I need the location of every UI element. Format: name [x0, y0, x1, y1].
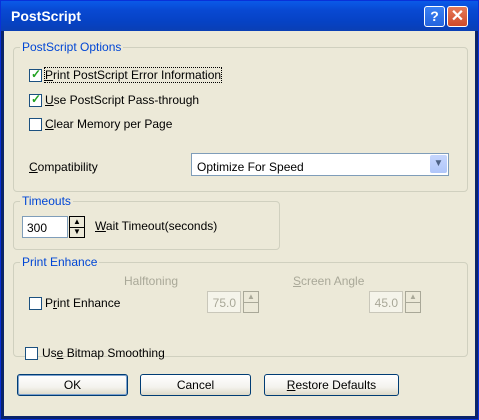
dialog-body: PostScript Options ✓ Print PostScript Er… [4, 31, 475, 416]
spin-down-icon[interactable]: ▼ [70, 227, 84, 237]
help-button[interactable]: ? [424, 6, 445, 27]
print-error-checkbox[interactable]: ✓ [29, 67, 42, 82]
print-enhance-checkbox[interactable] [29, 297, 42, 310]
timeouts-label: Timeouts [20, 194, 73, 208]
check-icon: ✓ [31, 67, 42, 81]
screen-angle-input[interactable]: 45.0 [369, 291, 403, 313]
close-button[interactable]: ✕ [447, 6, 468, 27]
clear-memory-label[interactable]: Clear Memory per Page [45, 117, 172, 131]
print-error-label[interactable]: Print PostScript Error Information [43, 67, 223, 83]
pass-through-checkbox[interactable]: ✓ [29, 92, 42, 107]
screen-angle-value: 45.0 [374, 296, 398, 310]
help-icon: ? [430, 8, 439, 24]
halftoning-label: Halftoning [124, 274, 179, 288]
postscript-options-label: PostScript Options [20, 40, 124, 54]
clear-memory-checkbox[interactable] [29, 118, 42, 131]
compatibility-value: Optimize For Speed [197, 160, 304, 174]
bitmap-smoothing-checkbox[interactable] [25, 347, 38, 360]
wait-timeout-label: Wait Timeout(seconds) [95, 219, 218, 233]
print-enhance-group: Print Enhance Halftoning Screen Angle Pr… [13, 255, 468, 357]
restore-defaults-button[interactable]: Restore Defaults [264, 374, 399, 396]
window-title: PostScript [11, 8, 82, 24]
check-icon: ✓ [31, 92, 42, 106]
spin-down-icon[interactable] [244, 302, 258, 312]
halftoning-input[interactable]: 75.0 [207, 291, 241, 313]
spin-down-icon[interactable] [406, 302, 420, 312]
pass-through-label[interactable]: Use PostScript Pass-through [45, 93, 199, 107]
title-bar[interactable]: PostScript ? ✕ [1, 1, 478, 31]
print-enhance-label[interactable]: Print Enhance [45, 296, 120, 310]
timeout-value: 300 [27, 221, 48, 235]
bitmap-smoothing-label[interactable]: Use Bitmap Smoothing [42, 346, 165, 360]
screen-angle-label: Screen Angle [293, 274, 365, 288]
halftoning-value: 75.0 [212, 296, 236, 310]
timeout-spinner[interactable]: ▲ ▼ [69, 216, 85, 238]
timeout-input[interactable]: 300 [22, 216, 68, 238]
cancel-button[interactable]: Cancel [140, 374, 251, 396]
postscript-options-group: PostScript Options ✓ Print PostScript Er… [13, 40, 468, 192]
ok-button[interactable]: OK [17, 374, 128, 396]
timeouts-group: Timeouts 300 ▲ ▼ Wait Timeout(seconds) [13, 194, 280, 250]
screen-angle-spinner[interactable]: ▲ [405, 291, 421, 313]
halftoning-spinner[interactable]: ▲ [243, 291, 259, 313]
compatibility-label: Compatibility [29, 160, 98, 174]
postscript-dialog: PostScript ? ✕ PostScript Options ✓ Prin… [0, 0, 479, 420]
print-enhance-group-label: Print Enhance [20, 255, 100, 269]
close-icon: ✕ [450, 8, 465, 25]
chevron-down-icon[interactable]: ▼ [430, 155, 447, 173]
compatibility-select[interactable]: Optimize For Speed ▼ [191, 153, 449, 176]
